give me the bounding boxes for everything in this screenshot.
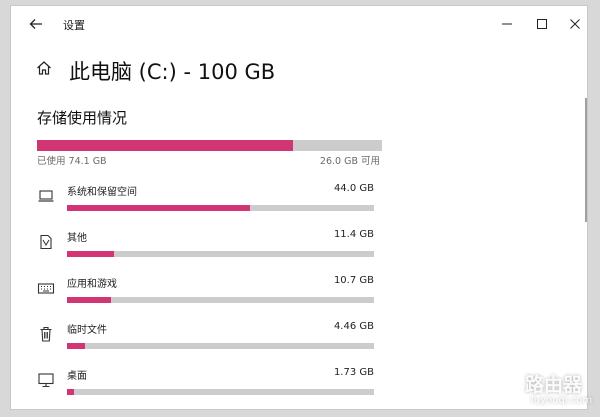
total-usage-fill <box>37 140 293 151</box>
category-row-system[interactable]: 系统和保留空间 44.0 GB <box>11 183 411 223</box>
category-row-desktop[interactable]: 桌面 1.73 GB <box>11 367 411 407</box>
category-size: 10.7 GB <box>333 275 374 286</box>
home-icon[interactable] <box>35 59 53 77</box>
watermark-text: 路由器 <box>525 374 583 396</box>
back-arrow-icon[interactable] <box>27 15 45 33</box>
watermark-url: luyouqi.com <box>531 395 593 406</box>
category-bar-fill <box>67 205 250 211</box>
category-bar <box>67 205 374 211</box>
category-bar-fill <box>67 389 75 395</box>
category-row-apps[interactable]: 应用和游戏 10.7 GB <box>11 275 411 315</box>
category-row-temp[interactable]: 临时文件 4.46 GB <box>11 321 411 361</box>
laptop-icon <box>38 190 54 202</box>
minimize-icon[interactable] <box>497 14 517 34</box>
category-size: 11.4 GB <box>333 229 374 240</box>
settings-window: 设置 此电脑 (C:) - 100 GB 存储使用情况 已使用 74.1 GB … <box>10 5 588 410</box>
category-bar-fill <box>67 297 112 303</box>
category-size: 4.46 GB <box>333 321 374 332</box>
category-bar <box>67 251 374 257</box>
category-bar <box>67 343 374 349</box>
monitor-icon <box>38 373 54 388</box>
document-icon <box>40 234 52 250</box>
keyboard-icon <box>37 283 55 294</box>
title-bar: 设置 <box>11 6 587 42</box>
category-name: 临时文件 <box>67 325 107 336</box>
close-icon[interactable] <box>565 14 585 34</box>
trash-icon <box>40 326 52 342</box>
watermark: 路由器 luyouqi.com <box>465 362 600 417</box>
category-name: 桌面 <box>67 371 87 382</box>
category-bar-fill <box>67 343 86 349</box>
category-name: 其他 <box>67 233 87 244</box>
category-bar-fill <box>67 251 115 257</box>
free-space-label: 26.0 GB 可用 <box>319 156 380 167</box>
category-bar <box>67 389 374 395</box>
scrollbar-thumb[interactable] <box>585 98 587 222</box>
category-size: 44.0 GB <box>333 183 374 194</box>
router-logo-icon <box>487 370 521 404</box>
window-title: 设置 <box>63 19 85 32</box>
section-title: 存储使用情况 <box>37 109 128 127</box>
category-bar <box>67 297 374 303</box>
category-row-other[interactable]: 其他 11.4 GB <box>11 229 411 269</box>
total-usage-bar <box>37 140 382 151</box>
category-name: 应用和游戏 <box>67 279 117 290</box>
maximize-icon[interactable] <box>532 14 552 34</box>
category-size: 1.73 GB <box>333 367 374 378</box>
page-title: 此电脑 (C:) - 100 GB <box>69 60 276 84</box>
used-space-label: 已使用 74.1 GB <box>37 156 107 167</box>
category-name: 系统和保留空间 <box>67 187 137 198</box>
